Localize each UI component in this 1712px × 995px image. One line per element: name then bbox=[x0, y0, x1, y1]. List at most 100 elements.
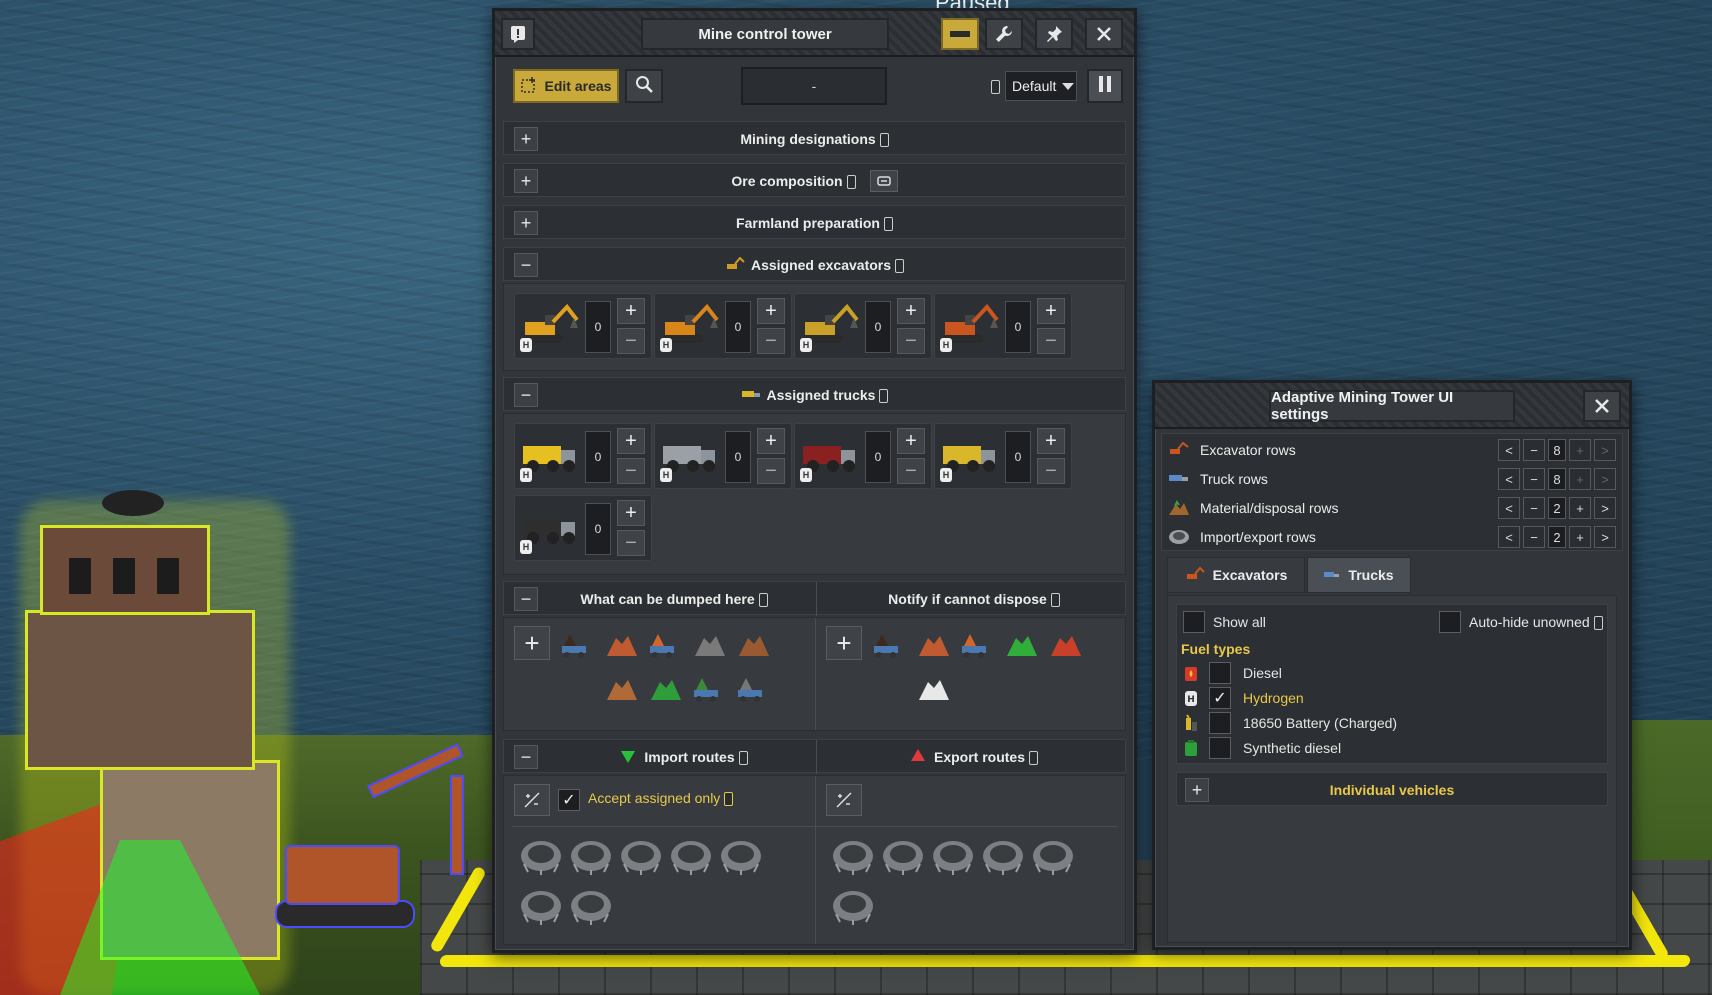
increment-button[interactable]: + bbox=[1569, 468, 1591, 490]
increment-button[interactable]: + bbox=[1569, 526, 1591, 548]
coal-icon[interactable] bbox=[692, 630, 728, 660]
info-icon[interactable] bbox=[1593, 616, 1603, 630]
fuel-type-checkbox[interactable] bbox=[1209, 662, 1231, 684]
decrement-button[interactable]: − bbox=[897, 458, 925, 484]
next-button[interactable]: > bbox=[1594, 526, 1616, 548]
increment-button[interactable]: + bbox=[1037, 298, 1065, 324]
close-icon[interactable] bbox=[1583, 390, 1621, 422]
section-individual-vehicles[interactable]: + Individual vehicles bbox=[1176, 772, 1608, 806]
tower-top[interactable] bbox=[40, 525, 210, 615]
decrement-button[interactable]: − bbox=[1523, 439, 1545, 461]
increment-button[interactable]: + bbox=[897, 298, 925, 324]
decrement-button[interactable]: − bbox=[1523, 497, 1545, 519]
fuel-type-checkbox[interactable] bbox=[1209, 712, 1231, 734]
info-icon[interactable] bbox=[1029, 751, 1038, 765]
window-titlebar[interactable]: Adaptive Mining Tower UI settings bbox=[1155, 383, 1629, 429]
info-icon[interactable] bbox=[1050, 593, 1060, 607]
mine-pit-icon[interactable] bbox=[1030, 834, 1076, 876]
next-button[interactable]: > bbox=[1594, 468, 1616, 490]
section-dumping[interactable]: − What can be dumped here Notify if cann… bbox=[503, 581, 1126, 616]
rock-icon[interactable] bbox=[916, 630, 952, 660]
increment-button[interactable]: + bbox=[757, 298, 785, 324]
fuel-type-checkbox[interactable] bbox=[1209, 737, 1231, 759]
decrement-button[interactable]: − bbox=[757, 458, 785, 484]
red-ore-icon[interactable] bbox=[1048, 630, 1084, 660]
increment-button[interactable]: + bbox=[1569, 439, 1591, 461]
name-field[interactable]: - bbox=[741, 67, 887, 105]
info-icon[interactable] bbox=[879, 133, 889, 147]
green-crystal-icon[interactable] bbox=[1004, 630, 1040, 660]
increment-button[interactable]: + bbox=[757, 428, 785, 454]
mine-pit-icon[interactable] bbox=[668, 834, 714, 876]
mine-pit-icon[interactable] bbox=[568, 834, 614, 876]
increment-button[interactable]: + bbox=[617, 298, 645, 324]
malachite-icon[interactable] bbox=[648, 674, 684, 704]
increment-button[interactable]: + bbox=[617, 428, 645, 454]
section-farmland-preparation[interactable]: + Farmland preparation bbox=[503, 205, 1126, 239]
tab-excavators[interactable]: Excavators bbox=[1167, 557, 1305, 593]
percent-toggle-button[interactable] bbox=[826, 784, 862, 816]
decrement-button[interactable]: − bbox=[617, 530, 645, 556]
increment-button[interactable]: + bbox=[1037, 428, 1065, 454]
search-button[interactable] bbox=[625, 69, 663, 103]
info-icon[interactable] bbox=[879, 389, 889, 403]
mine-pit-icon[interactable] bbox=[518, 884, 564, 926]
add-dump-material-button[interactable]: + bbox=[514, 626, 550, 660]
priority-info-icon[interactable] bbox=[991, 80, 1000, 94]
show-all-checkbox[interactable] bbox=[1183, 611, 1205, 633]
prev-button[interactable]: < bbox=[1498, 439, 1520, 461]
section-routes[interactable]: − Import routes Export routes bbox=[503, 739, 1126, 774]
decrement-button[interactable]: − bbox=[1523, 526, 1545, 548]
mine-pit-icon[interactable] bbox=[718, 834, 764, 876]
mine-pit-icon[interactable] bbox=[830, 884, 876, 926]
edit-areas-button[interactable]: Edit areas bbox=[513, 69, 619, 103]
mine-pit-icon[interactable] bbox=[880, 834, 926, 876]
mine-pit-icon[interactable] bbox=[930, 834, 976, 876]
info-icon[interactable] bbox=[758, 593, 768, 607]
prev-button[interactable]: < bbox=[1498, 497, 1520, 519]
iron-ore-icon[interactable] bbox=[736, 630, 772, 660]
excavator-in-world[interactable] bbox=[275, 743, 485, 940]
decrement-button[interactable]: − bbox=[1523, 468, 1545, 490]
tab-trucks[interactable]: Trucks bbox=[1307, 557, 1411, 593]
priority-dropdown[interactable]: Default bbox=[1005, 71, 1077, 101]
info-icon[interactable] bbox=[724, 792, 734, 806]
mine-pit-icon[interactable] bbox=[618, 834, 664, 876]
decrement-button[interactable]: − bbox=[897, 328, 925, 354]
quartz-icon[interactable] bbox=[916, 674, 952, 704]
percent-toggle-button[interactable] bbox=[514, 784, 550, 816]
section-assigned-trucks[interactable]: − Assigned trucks bbox=[503, 377, 1126, 411]
decrement-button[interactable]: − bbox=[1037, 328, 1065, 354]
info-icon[interactable] bbox=[895, 259, 905, 273]
pause-button[interactable] bbox=[1087, 69, 1123, 103]
increment-button[interactable]: + bbox=[897, 428, 925, 454]
decrement-button[interactable]: − bbox=[1037, 458, 1065, 484]
mine-pit-icon[interactable] bbox=[980, 834, 1026, 876]
increment-button[interactable]: + bbox=[617, 500, 645, 526]
copper-ore-icon[interactable] bbox=[648, 630, 684, 660]
section-ore-composition[interactable]: + Ore composition bbox=[503, 163, 1126, 197]
copper-ore-icon[interactable] bbox=[960, 630, 996, 660]
section-assigned-excavators[interactable]: − Assigned excavators bbox=[503, 247, 1126, 281]
collapse-icon[interactable]: − bbox=[514, 745, 538, 769]
decrement-button[interactable]: − bbox=[617, 458, 645, 484]
add-notify-material-button[interactable]: + bbox=[826, 626, 862, 660]
auto-hide-unowned-checkbox[interactable] bbox=[1439, 611, 1461, 633]
next-button[interactable]: > bbox=[1594, 497, 1616, 519]
accept-assigned-only-checkbox[interactable]: ✓ bbox=[558, 789, 580, 811]
fuel-type-checkbox[interactable]: ✓ bbox=[1209, 687, 1231, 709]
info-icon[interactable] bbox=[501, 18, 535, 50]
wood-icon[interactable] bbox=[604, 674, 640, 704]
rock-icon[interactable] bbox=[604, 630, 640, 660]
mine-pit-icon[interactable] bbox=[830, 834, 876, 876]
decrement-button[interactable]: − bbox=[617, 328, 645, 354]
wrench-icon[interactable] bbox=[985, 18, 1023, 50]
pin-icon[interactable] bbox=[1035, 18, 1073, 50]
decrement-button[interactable]: − bbox=[757, 328, 785, 354]
window-titlebar[interactable]: Mine control tower bbox=[495, 11, 1134, 57]
mine-pit-icon[interactable] bbox=[518, 834, 564, 876]
info-icon[interactable] bbox=[738, 751, 748, 765]
increment-button[interactable]: + bbox=[1569, 497, 1591, 519]
gravel-icon[interactable] bbox=[736, 674, 772, 704]
close-icon[interactable] bbox=[1085, 18, 1123, 50]
